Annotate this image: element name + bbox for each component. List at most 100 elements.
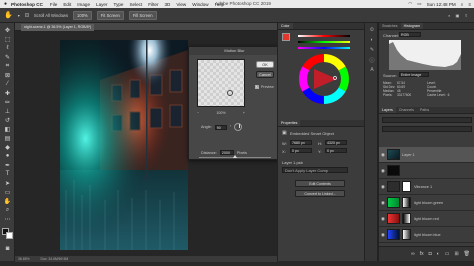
- x-input[interactable]: 0 px: [290, 148, 312, 153]
- hand-tool-icon[interactable]: ✋: [3, 197, 12, 205]
- distance-input[interactable]: 2000: [219, 150, 234, 155]
- layer-name[interactable]: light bloom blue: [414, 233, 441, 237]
- w-input[interactable]: 7680 px: [290, 140, 312, 145]
- foreground-color-swatch[interactable]: [282, 33, 290, 41]
- zoom-tool-icon[interactable]: ⌕: [3, 206, 12, 214]
- healing-brush-tool-icon[interactable]: ✚: [3, 89, 12, 97]
- tab-histogram[interactable]: Histogram: [400, 23, 423, 29]
- adjustment-layer-icon[interactable]: ◐: [437, 251, 440, 257]
- preview-checkbox[interactable]: ✓: [255, 85, 259, 89]
- layers-blend-row[interactable]: [382, 126, 472, 132]
- clock[interactable]: Sun 12:48 PM: [427, 2, 456, 7]
- status-zoom[interactable]: 36.65%: [18, 257, 30, 261]
- document-tab[interactable]: night-scene-1 @ 36.5% (Layer 1, RGB/8*): [21, 24, 95, 31]
- layer-row[interactable]: ◉ light bloom blue: [379, 227, 474, 243]
- new-layer-icon[interactable]: ⊞: [454, 251, 458, 257]
- tab-paths[interactable]: Paths: [417, 107, 432, 113]
- menu-select[interactable]: Select: [129, 2, 142, 7]
- marquee-tool-icon[interactable]: ⬚: [3, 35, 12, 43]
- source-select[interactable]: Entire Image: [399, 72, 429, 77]
- edit-contents-button[interactable]: Edit Contents: [295, 180, 345, 187]
- tab-layers[interactable]: Layers: [379, 107, 396, 113]
- cancel-button[interactable]: Cancel: [256, 71, 274, 78]
- character-panel-icon[interactable]: A: [368, 67, 376, 74]
- y-input[interactable]: 0 px: [325, 148, 347, 153]
- layer-row[interactable]: ◉ Layer 1: [379, 147, 474, 163]
- share-icon[interactable]: ⇪: [464, 13, 468, 18]
- menu-type[interactable]: Type: [114, 2, 124, 7]
- quick-mask-icon[interactable]: ◙: [3, 245, 12, 253]
- color-slider-b[interactable]: [298, 47, 350, 49]
- filter-preview[interactable]: [197, 59, 245, 107]
- zoom-out-icon[interactable]: −: [197, 111, 199, 115]
- lasso-tool-icon[interactable]: ℓ: [3, 44, 12, 52]
- crop-tool-icon[interactable]: ⌗: [3, 62, 12, 70]
- zoom-in-icon[interactable]: +: [243, 111, 245, 115]
- workspace-icon[interactable]: ▣: [456, 13, 460, 18]
- layer-row[interactable]: ◉: [379, 163, 474, 179]
- layers-filter-row[interactable]: [382, 117, 472, 123]
- zoom-100-button[interactable]: 100%: [73, 10, 92, 20]
- gradient-tool-icon[interactable]: ▤: [3, 134, 12, 142]
- layer-name[interactable]: Layer 1: [402, 153, 415, 157]
- battery-icon[interactable]: ▭: [417, 1, 421, 7]
- eyedropper-tool-icon[interactable]: ⁄: [3, 80, 12, 88]
- color-slider-r[interactable]: [298, 35, 350, 37]
- document-image[interactable]: [60, 40, 188, 250]
- visibility-eye-icon[interactable]: ◉: [379, 184, 387, 190]
- quick-select-tool-icon[interactable]: ✎: [3, 53, 12, 61]
- tab-swatches[interactable]: Swatches: [379, 23, 401, 29]
- layer-row[interactable]: ◉ Vibrance 1: [379, 179, 474, 195]
- more-tools-icon[interactable]: ⋯: [3, 215, 12, 223]
- menu-view[interactable]: View: [176, 2, 186, 7]
- background-swatch[interactable]: [6, 232, 13, 239]
- layer-name[interactable]: light bloom red: [414, 217, 439, 221]
- fill-screen-button[interactable]: Fill Screen: [128, 10, 157, 20]
- folder-icon[interactable]: ▭: [445, 251, 450, 257]
- layer-name[interactable]: light bloom green: [414, 201, 443, 205]
- tab-channels[interactable]: Channels: [396, 107, 417, 113]
- menu-edit[interactable]: Edit: [63, 2, 71, 7]
- layer-row[interactable]: ◉ light bloom green: [379, 195, 474, 211]
- type-tool-icon[interactable]: T: [3, 170, 12, 178]
- color-wheel[interactable]: [298, 53, 350, 105]
- layer-comp-select[interactable]: Don't Apply Layer Comp: [282, 167, 348, 173]
- fx-icon[interactable]: fx: [420, 251, 424, 257]
- info-panel-icon[interactable]: ⓘ: [368, 57, 376, 64]
- fit-screen-button[interactable]: Fit Screen: [96, 10, 124, 20]
- layer-name[interactable]: Vibrance 1: [414, 185, 432, 189]
- eraser-tool-icon[interactable]: ◧: [3, 125, 12, 133]
- shape-tool-icon[interactable]: ▭: [3, 188, 12, 196]
- clone-stamp-tool-icon[interactable]: ⊥: [3, 107, 12, 115]
- dodge-tool-icon[interactable]: ●: [3, 152, 12, 160]
- angle-input[interactable]: 90: [214, 124, 227, 130]
- path-select-tool-icon[interactable]: ➤: [3, 179, 12, 187]
- move-tool-icon[interactable]: ✥: [3, 26, 12, 34]
- history-panel-icon[interactable]: ⏲: [368, 27, 376, 34]
- color-slider-g[interactable]: [298, 41, 350, 43]
- menu-list-icon[interactable]: ≡: [468, 2, 471, 7]
- channel-select[interactable]: RGB: [399, 32, 421, 37]
- chevron-down-icon[interactable]: ▾: [18, 13, 20, 18]
- brush-tool-icon[interactable]: ✏: [3, 98, 12, 106]
- pen-tool-icon[interactable]: ✒: [3, 161, 12, 169]
- wifi-icon[interactable]: ◠: [408, 1, 412, 7]
- link-layers-icon[interactable]: ∞: [411, 251, 415, 257]
- search-icon[interactable]: ⌕: [461, 2, 464, 7]
- visibility-eye-icon[interactable]: ◉: [379, 200, 387, 206]
- menu-filter[interactable]: Filter: [148, 2, 158, 7]
- hand-tool-icon[interactable]: ✋: [4, 11, 13, 19]
- apple-icon[interactable]: ●: [3, 1, 8, 7]
- menu-app-name[interactable]: Photoshop CC: [11, 2, 43, 7]
- angle-dial[interactable]: [234, 123, 243, 131]
- history-brush-tool-icon[interactable]: ↺: [3, 116, 12, 124]
- visibility-eye-icon[interactable]: ◉: [379, 216, 387, 222]
- menu-file[interactable]: File: [50, 2, 57, 7]
- ok-button[interactable]: OK: [256, 61, 274, 68]
- frame-tool-icon[interactable]: ⊠: [3, 71, 12, 79]
- tab-color[interactable]: Color: [278, 23, 293, 29]
- tab-properties[interactable]: Properties: [278, 120, 301, 126]
- adjustments-panel-icon[interactable]: ◐: [368, 37, 376, 44]
- distance-slider[interactable]: [199, 155, 271, 158]
- menu-window[interactable]: Window: [192, 2, 208, 7]
